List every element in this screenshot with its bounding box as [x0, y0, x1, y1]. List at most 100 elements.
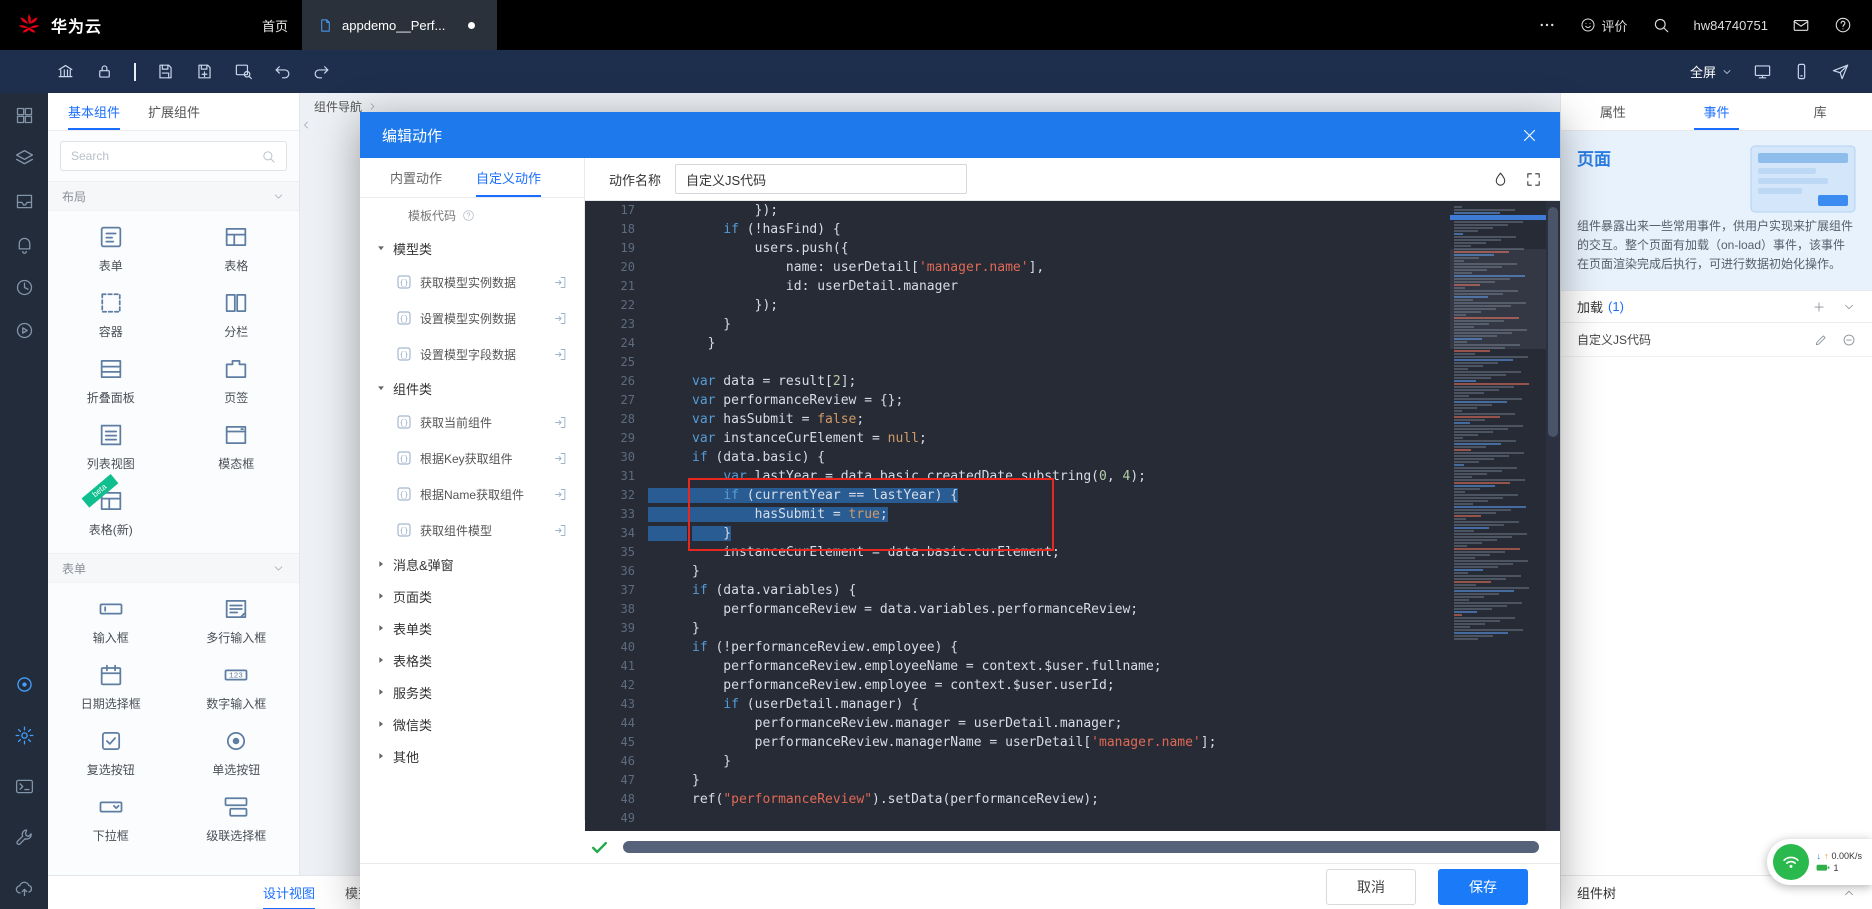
code-line[interactable]: 45 performanceReview.managerName = userD… — [585, 733, 1560, 752]
tree-group[interactable]: 消息&弹窗 — [360, 548, 584, 580]
debug-icon[interactable] — [14, 320, 35, 341]
tree-item[interactable]: {} 设置模型实例数据 — [360, 300, 584, 336]
fullscreen-button[interactable]: 全屏 — [1690, 62, 1733, 81]
code-line[interactable]: 40 if (!performanceReview.employee) { — [585, 638, 1560, 657]
code-line[interactable]: 30 if (data.basic) { — [585, 448, 1560, 467]
component-item-textarea[interactable]: 多行输入框 — [174, 587, 300, 653]
collapse-panel-icon[interactable] — [300, 119, 312, 131]
insert-icon[interactable] — [553, 347, 568, 362]
layers-icon[interactable] — [14, 148, 35, 169]
load-event-section[interactable]: 加载 (1) — [1561, 290, 1872, 323]
component-item-checkbox[interactable]: 复选按钮 — [48, 719, 174, 785]
code-line[interactable]: 29 var instanceCurElement = null; — [585, 429, 1560, 448]
app-tab[interactable]: appdemo__Perf... — [302, 0, 498, 50]
mobile-view-icon[interactable] — [1792, 62, 1811, 81]
network-status-widget[interactable]: ↓ ↑ 0.00K/s 1 — [1767, 839, 1872, 885]
horizontal-scrollbar-thumb[interactable] — [623, 841, 1539, 853]
code-line[interactable]: 47} — [585, 771, 1560, 790]
more-icon[interactable] — [1538, 16, 1556, 34]
code-line[interactable]: 24 } — [585, 334, 1560, 353]
tree-group[interactable]: 模型类 — [360, 232, 584, 264]
section-header[interactable]: 表单 — [48, 553, 299, 583]
code-line[interactable]: 27 var performanceReview = {}; — [585, 391, 1560, 410]
feedback-button[interactable]: 评价 — [1580, 16, 1628, 35]
code-line[interactable]: 34 } — [585, 524, 1560, 543]
component-item-form[interactable]: 表单 — [48, 215, 174, 281]
tree-item[interactable]: {} 获取组件模型 — [360, 512, 584, 548]
tree-group[interactable]: 表单类 — [360, 612, 584, 644]
edit-event-icon[interactable] — [1814, 333, 1828, 347]
tree-item[interactable]: {} 根据Key获取组件 — [360, 440, 584, 476]
mail-icon[interactable] — [1792, 16, 1810, 34]
tab-events[interactable]: 事件 — [1665, 93, 1769, 130]
component-item-select[interactable]: 下拉框 — [48, 785, 174, 851]
event-item[interactable]: 自定义JS代码 — [1561, 323, 1872, 357]
chevron-down-icon[interactable] — [1842, 300, 1856, 314]
component-item-tabs[interactable]: 页签 — [174, 347, 300, 413]
undo-icon[interactable] — [273, 62, 292, 81]
editor-fullscreen-icon[interactable] — [1525, 171, 1542, 188]
code-line[interactable]: 19 users.push({ — [585, 239, 1560, 258]
redo-icon[interactable] — [312, 62, 331, 81]
code-line[interactable]: 43 if (userDetail.manager) { — [585, 695, 1560, 714]
insert-icon[interactable] — [553, 487, 568, 502]
code-line[interactable]: 23 } — [585, 315, 1560, 334]
code-line[interactable]: 25 — [585, 353, 1560, 372]
insert-icon[interactable] — [553, 275, 568, 290]
tab-design-view[interactable]: 设计视图 — [263, 876, 316, 909]
component-item-list[interactable]: 列表视图 — [48, 413, 174, 479]
code-line[interactable]: 18 if (!hasFind) { — [585, 220, 1560, 239]
component-item-inputbox[interactable]: 输入框 — [48, 587, 174, 653]
search-input[interactable] — [71, 149, 261, 163]
component-item-columns[interactable]: 分栏 — [174, 281, 300, 347]
template-code-link[interactable]: 模板代码 — [360, 198, 584, 232]
code-line[interactable]: 26 var data = result[2]; — [585, 372, 1560, 391]
code-line[interactable]: 49 — [585, 809, 1560, 828]
terminal-icon[interactable] — [14, 776, 35, 797]
cancel-button[interactable]: 取消 — [1326, 868, 1416, 905]
code-line[interactable]: 42 performanceReview.employee = context.… — [585, 676, 1560, 695]
tab-builtin-actions[interactable]: 内置动作 — [390, 158, 442, 197]
apps-icon[interactable] — [14, 105, 35, 126]
gear-icon[interactable] — [14, 725, 35, 746]
tree-group[interactable]: 服务类 — [360, 676, 584, 708]
action-name-input[interactable] — [675, 164, 968, 194]
component-item-table[interactable]: 表格 — [174, 215, 300, 281]
code-line[interactable]: 28 var hasSubmit = false; — [585, 410, 1560, 429]
insert-icon[interactable] — [553, 523, 568, 538]
code-line[interactable]: 39} — [585, 619, 1560, 638]
component-item-cascade[interactable]: 级联选择框 — [174, 785, 300, 851]
component-item-container[interactable]: 容器 — [48, 281, 174, 347]
code-line[interactable]: 33 hasSubmit = true; — [585, 505, 1560, 524]
component-item-number[interactable]: 123 数字输入框 — [174, 653, 300, 719]
code-line[interactable]: 32 if (currentYear == lastYear) { — [585, 486, 1560, 505]
tree-group[interactable]: 页面类 — [360, 580, 584, 612]
search-icon[interactable] — [1652, 16, 1670, 34]
code-line[interactable]: 44 performanceReview.manager = userDetai… — [585, 714, 1560, 733]
component-item-date[interactable]: 日期选择框 — [48, 653, 174, 719]
tree-group[interactable]: 组件类 — [360, 372, 584, 404]
vertical-scrollbar-thumb[interactable] — [1548, 207, 1558, 437]
component-item-radio[interactable]: 单选按钮 — [174, 719, 300, 785]
close-icon[interactable] — [1521, 127, 1538, 144]
save-button[interactable]: 保存 — [1438, 868, 1528, 905]
code-line[interactable]: 38 performanceReview = data.variables.pe… — [585, 600, 1560, 619]
code-line[interactable]: 41 performanceReview.employeeName = cont… — [585, 657, 1560, 676]
tree-item[interactable]: {} 设置模型字段数据 — [360, 336, 584, 372]
tab-library[interactable]: 库 — [1768, 93, 1872, 130]
component-item-modalbox[interactable]: 模态框 — [174, 413, 300, 479]
code-line[interactable]: 31 var lastYear = data.basic.createdDate… — [585, 467, 1560, 486]
tree-item[interactable]: {} 获取模型实例数据 — [360, 264, 584, 300]
code-line[interactable]: 46 } — [585, 752, 1560, 771]
scan-icon[interactable] — [14, 674, 35, 695]
tree-group[interactable]: 表格类 — [360, 644, 584, 676]
save-icon[interactable] — [156, 62, 175, 81]
code-line[interactable]: 48 ref("performanceReview").setData(perfo… — [585, 790, 1560, 809]
tab-custom-actions[interactable]: 自定义动作 — [476, 158, 542, 197]
help-icon[interactable] — [1834, 16, 1852, 34]
wrench-icon[interactable] — [14, 827, 35, 848]
tab-basic-components[interactable]: 基本组件 — [68, 93, 121, 130]
tree-group[interactable]: 其他 — [360, 740, 584, 772]
code-line[interactable]: 22 }); — [585, 296, 1560, 315]
add-event-icon[interactable] — [1812, 300, 1826, 314]
